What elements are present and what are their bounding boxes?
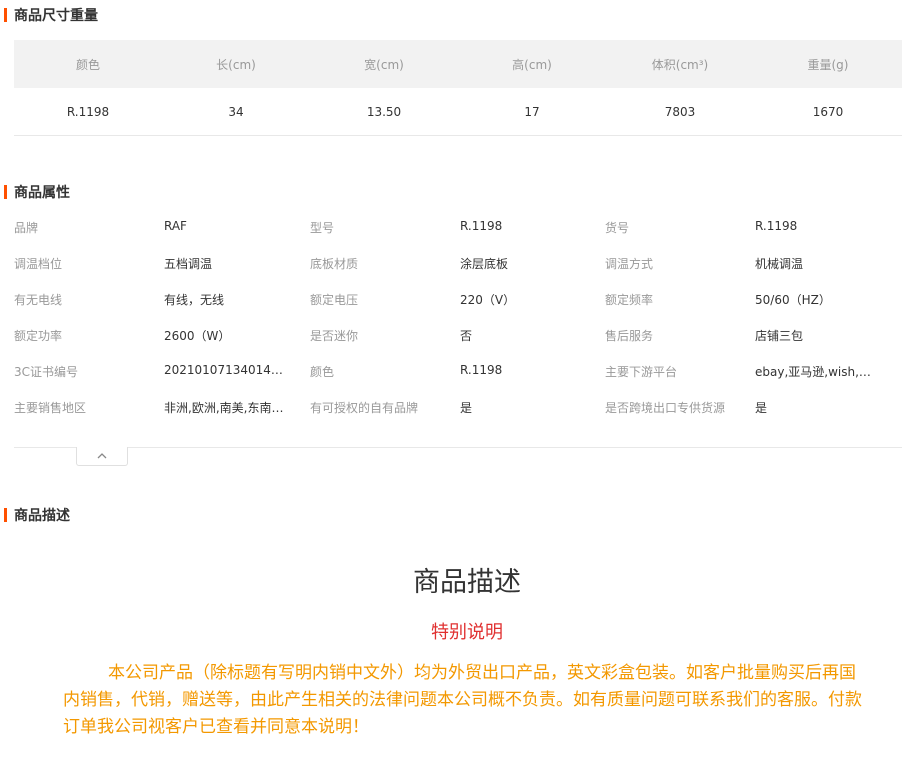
chevron-up-icon (97, 453, 107, 459)
attr-value: 非洲,欧洲,南美,东南… (164, 401, 284, 415)
size-section-title-text: 商品尺寸重量 (14, 8, 98, 24)
attr-key: 主要下游平台 (605, 365, 678, 379)
attr-value: 否 (460, 329, 473, 343)
attr-value: 是 (460, 401, 473, 415)
size-table-header: 颜色 长(cm) 宽(cm) 高(cm) 体积(cm³) 重量(g) (14, 40, 902, 88)
section-marker (4, 185, 7, 199)
attr-key: 额定频率 (605, 293, 654, 307)
attribute-row: 调温档位 五档调温 底板材质 涂层底板 调温方式 机械调温 (14, 245, 902, 281)
attr-key: 是否跨境出口专供货源 (605, 401, 726, 415)
size-section-title: 商品尺寸重量 (4, 5, 98, 25)
cell-weight: 1670 (812, 104, 844, 119)
header-volume: 体积(cm³) (651, 57, 709, 72)
attr-key: 有无电线 (14, 293, 63, 307)
attr-value: 2600（W） (164, 329, 231, 343)
desc-section-title: 商品描述 (4, 505, 70, 525)
attr-key: 调温档位 (14, 257, 63, 271)
cell-length: 34 (228, 104, 244, 119)
cell-width: 13.50 (366, 104, 402, 119)
attr-value: R.1198 (755, 219, 798, 233)
attr-section-title-text: 商品属性 (14, 185, 70, 201)
attr-key: 颜色 (310, 365, 335, 379)
attr-key: 额定功率 (14, 329, 63, 343)
attr-value: R.1198 (460, 219, 503, 233)
table-row: R.1198 34 13.50 17 7803 1670 (14, 88, 902, 136)
attribute-row: 额定功率 2600（W） 是否迷你 否 售后服务 店铺三包 (14, 317, 902, 353)
attr-section-title: 商品属性 (4, 182, 70, 202)
attr-key: 品牌 (14, 221, 39, 235)
attr-value: R.1198 (460, 363, 503, 377)
cell-color: R.1198 (66, 104, 110, 119)
attr-key: 主要销售地区 (14, 401, 87, 415)
special-notice-heading: 特别说明 (431, 622, 503, 643)
header-height: 高(cm) (512, 57, 552, 72)
attr-key: 售后服务 (605, 329, 654, 343)
attr-key: 调温方式 (605, 257, 654, 271)
section-marker (4, 508, 7, 522)
header-weight: 重量(g) (807, 57, 849, 72)
attr-value: 涂层底板 (460, 257, 509, 271)
attr-value: 五档调温 (164, 257, 213, 271)
attr-key: 货号 (605, 221, 630, 235)
attribute-row: 3C证书编号 2021010713401474 颜色 R.1198 主要下游平台… (14, 353, 902, 389)
section-marker (4, 8, 7, 22)
attr-value: ebay,亚马逊,wish,速… (755, 365, 875, 379)
attr-key: 型号 (310, 221, 335, 235)
attr-value: 2021010713401474 (164, 363, 284, 377)
attr-key: 是否迷你 (310, 329, 359, 343)
attr-key: 3C证书编号 (14, 365, 79, 379)
desc-section-title-text: 商品描述 (14, 508, 70, 524)
attribute-row: 主要销售地区 非洲,欧洲,南美,东南… 有可授权的自有品牌 是 是否跨境出口专供… (14, 389, 902, 425)
header-length: 长(cm) (216, 57, 256, 72)
header-color: 颜色 (75, 57, 100, 72)
attribute-row: 有无电线 有线，无线 额定电压 220（V） 额定频率 50/60（HZ） (14, 281, 902, 317)
attr-key: 底板材质 (310, 257, 359, 271)
size-table: 颜色 长(cm) 宽(cm) 高(cm) 体积(cm³) 重量(g) R.119… (14, 40, 902, 136)
collapse-attributes-button[interactable] (76, 447, 128, 466)
attr-key: 有可授权的自有品牌 (310, 401, 419, 415)
attr-value: 机械调温 (755, 257, 804, 271)
attr-value: 50/60（HZ） (755, 293, 831, 307)
attr-value: 店铺三包 (755, 329, 804, 343)
header-width: 宽(cm) (364, 57, 404, 72)
attribute-list: 品牌 RAF 型号 R.1198 货号 R.1198 调温档位 五档调温 底板材… (14, 209, 902, 425)
attr-value: 220（V） (460, 293, 516, 307)
notice-paragraph: 本公司产品（除标题有写明内销中文外）均为外贸出口产品，英文彩盒包装。如客户批量购… (63, 663, 862, 737)
cell-height: 17 (524, 104, 540, 119)
attr-divider (14, 447, 902, 448)
attr-key: 额定电压 (310, 293, 359, 307)
attr-value: RAF (164, 219, 187, 233)
attribute-row: 品牌 RAF 型号 R.1198 货号 R.1198 (14, 209, 902, 245)
attr-value: 是 (755, 401, 768, 415)
attr-value: 有线，无线 (164, 293, 225, 307)
cell-volume: 7803 (664, 104, 696, 119)
description-heading: 商品描述 (413, 567, 521, 598)
